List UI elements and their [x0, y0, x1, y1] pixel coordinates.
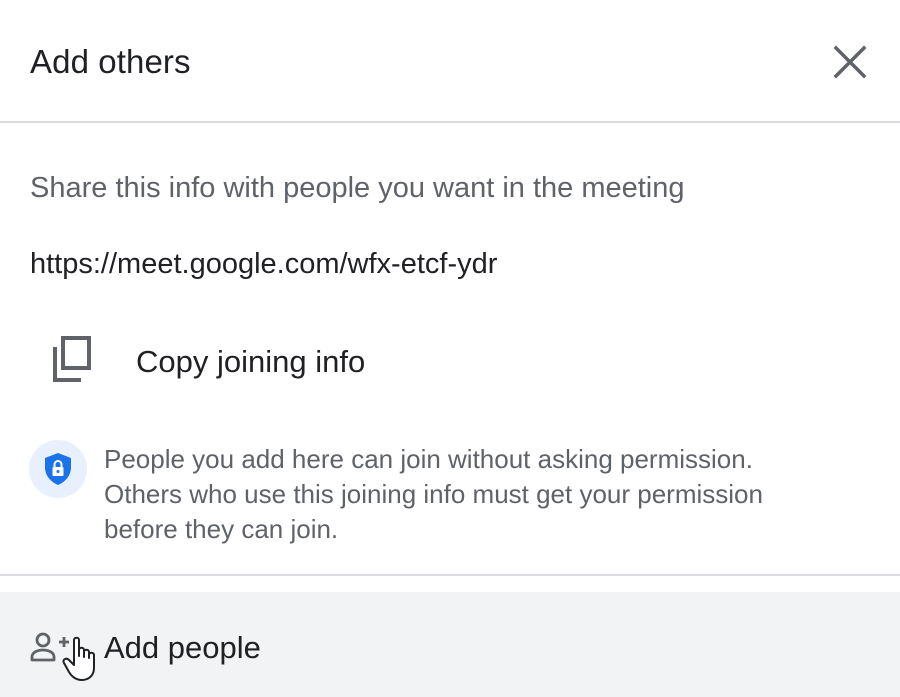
close-button[interactable]	[818, 30, 882, 94]
dialog-header: Add others	[0, 0, 900, 122]
meeting-link[interactable]: https://meet.google.com/wfx-etcf-ydr	[30, 244, 497, 284]
copy-joining-info-button[interactable]: Copy joining info	[30, 320, 630, 404]
notice-icon-container	[29, 440, 87, 498]
permission-notice: People you add here can join without ask…	[104, 442, 864, 547]
shield-lock-icon	[45, 453, 71, 485]
close-icon	[833, 45, 867, 79]
notice-line-1: People you add here can join without ask…	[104, 444, 753, 474]
section-divider	[0, 574, 900, 576]
add-people-button[interactable]: Add people	[0, 592, 900, 697]
copy-icon	[53, 336, 91, 382]
add-people-label: Add people	[104, 630, 261, 665]
add-others-dialog: Add others Share this info with people y…	[0, 0, 900, 697]
share-instructions: Share this info with people you want in …	[30, 172, 685, 204]
hand-pointer-icon	[62, 636, 95, 681]
dialog-title: Add others	[30, 43, 191, 80]
notice-line-3: before they can join.	[104, 514, 339, 544]
notice-line-2: Others who use this joining info must ge…	[104, 479, 763, 509]
copy-joining-info-label: Copy joining info	[136, 344, 366, 379]
header-divider	[0, 121, 900, 123]
